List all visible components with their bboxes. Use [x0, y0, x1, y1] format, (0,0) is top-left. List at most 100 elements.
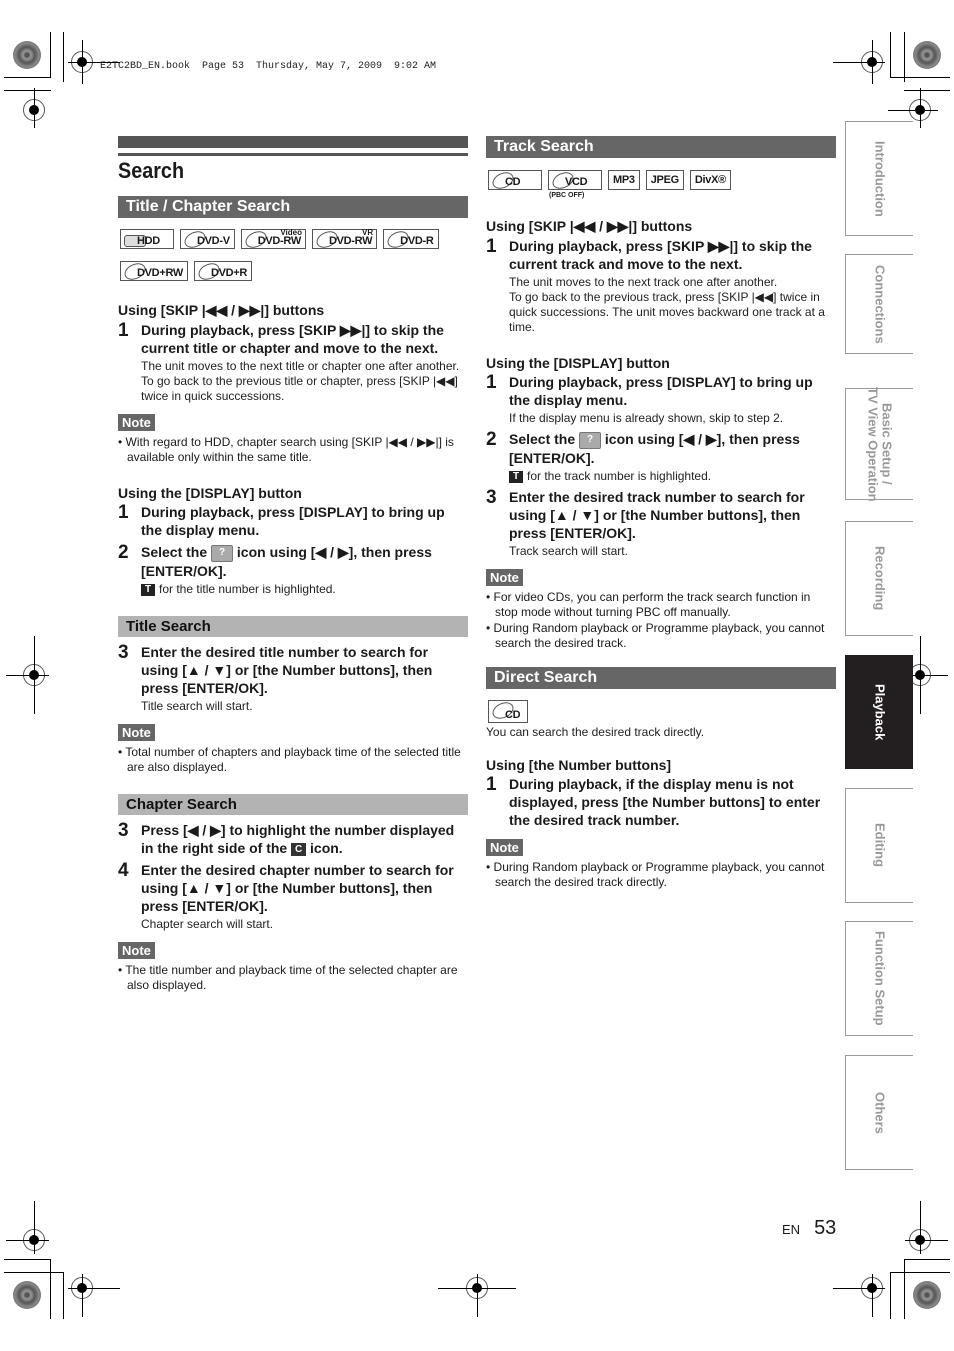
media-badge-dvd-rw: DVD+RW [120, 260, 188, 283]
side-tab-label: Introduction [872, 140, 888, 217]
step-body: If the display menu is already shown, sk… [509, 411, 784, 425]
side-tab-label: Function Setup [872, 931, 888, 1026]
media-badge-dvd-v: DVD-V [180, 228, 235, 251]
media-badge-dvd-rw: Video DVD-RW [240, 228, 306, 251]
step-number: 1 [486, 372, 497, 393]
step-text-part: icon. [310, 839, 343, 856]
step-text: Enter the desired chapter number to sear… [141, 861, 454, 914]
step-text: During playback, press [DISPLAY] to brin… [509, 374, 813, 408]
language-code: EN [782, 1222, 801, 1237]
media-badges: CD VCD (PBC OFF) MP3 JPEG DivX® [488, 169, 836, 199]
note-bullet: Total number of chapters and playback ti… [118, 745, 468, 775]
intro-text: You can search the desired track directl… [486, 724, 705, 739]
display-button-label: Using the [DISPLAY] button [118, 485, 302, 501]
side-tab-label: Editing [872, 823, 888, 868]
skip-buttons-label: Using [SKIP |◀◀ / ▶▶|] buttons [486, 218, 693, 234]
media-badge-mp3: MP3 [608, 170, 640, 190]
title-rule-thin [118, 153, 468, 156]
badge-label: DVD+R [210, 267, 248, 279]
step-text-part: Select the [509, 431, 576, 447]
note-bullet: For video CDs, you can perform the track… [486, 590, 836, 620]
media-badge-hdd: HDD [120, 229, 174, 249]
chapter-c-icon: C [291, 842, 307, 856]
skip-buttons-label: Using [SKIP |◀◀ / ▶▶|] buttons [118, 302, 325, 318]
step-body: Tfor the title number is highlighted. [141, 582, 468, 597]
step-number: 1 [118, 320, 129, 341]
step-number: 1 [118, 502, 129, 523]
badge-label: MP3 [613, 173, 635, 186]
track-t-icon: T [509, 470, 523, 483]
note-tag: Note [118, 941, 155, 959]
note-bullet: During Random playback or Programme play… [486, 860, 836, 890]
side-tab-function-setup[interactable]: Function Setup [845, 921, 913, 1036]
step-text: During playback, press [DISPLAY] to brin… [141, 504, 445, 538]
step-body: To go back to the previous track, press … [509, 290, 825, 334]
left-column: Search Title / Chapter Search HDD DVD-V Vi… [118, 136, 468, 993]
side-tab-label: Connections [872, 264, 888, 344]
search-menu-icon: ? [211, 544, 234, 562]
step: 2 Select the ? icon using [◀ / ▶], then … [486, 430, 836, 467]
side-tab-others[interactable]: Others [845, 1055, 913, 1170]
badge-label: DVD-V [197, 235, 230, 247]
step-number: 1 [486, 236, 497, 257]
note-bullet: During Random playback or Programme play… [486, 621, 836, 651]
side-tab-editing[interactable]: Editing [845, 788, 913, 903]
step-text: During playback, if the display menu is … [509, 775, 821, 828]
right-column: Track Search CD VCD (PBC OFF) MP3 JPEG DivX® … [486, 136, 836, 890]
registration-disc-icon [13, 41, 41, 69]
media-badge-dvd-r: DVD-R [383, 228, 439, 251]
page-title: Search [118, 158, 185, 183]
media-badge-dvd-rw: VR DVD-RW [311, 228, 378, 251]
side-tab-basic-setup-tv-view-operation[interactable]: Basic Setup / TV View Operation [845, 386, 913, 502]
step-text: Enter the desired title number to search… [141, 643, 433, 696]
step: 3 Enter the desired track number to sear… [486, 488, 836, 542]
step-number: 3 [118, 641, 129, 663]
media-badge-divx-: DivX® [689, 170, 731, 190]
step-number: 3 [486, 486, 497, 508]
step: 1 During playback, if the display menu i… [486, 775, 836, 829]
side-tab-label: Others [872, 1091, 888, 1134]
badge-note: (PBC OFF) [549, 192, 585, 199]
registration-disc-icon [13, 1281, 41, 1309]
side-tab-recording[interactable]: Recording [845, 521, 913, 636]
step-number: 1 [486, 773, 497, 795]
step: 3 Press [◀ / ▶] to highlight the number … [118, 821, 468, 857]
section-header-title-search: Title Search [118, 615, 468, 637]
badge-label: CD [505, 176, 521, 188]
step-number: 2 [486, 429, 497, 450]
badge-label: DVD-RW [257, 235, 302, 247]
display-button-label: Using the [DISPLAY] button [486, 355, 670, 371]
step: 1 During playback, press [DISPLAY] to br… [486, 373, 836, 409]
media-badge-vcd: VCD (PBC OFF) [548, 169, 602, 199]
section-header-direct-search: Direct Search [486, 666, 836, 689]
note-tag: Note [486, 568, 523, 586]
side-tab-connections[interactable]: Connections [845, 254, 913, 354]
note-bullet: With regard to HDD, chapter search using… [118, 435, 468, 465]
section-header-chapter-search: Chapter Search [118, 793, 468, 815]
note-bullet: The title number and playback time of th… [118, 963, 468, 993]
badge-label: VCD [565, 176, 588, 188]
step-body: Tfor the track number is highlighted. [509, 469, 836, 484]
step: 4 Enter the desired chapter number to se… [118, 861, 468, 915]
media-badges: HDD DVD-V Video DVD-RW VR DVD-RW DVD-R DVD+RW DV… [120, 228, 468, 283]
step-text: During playback, press [SKIP ▶▶|] to ski… [509, 238, 812, 272]
step-text: Enter the desired track number to search… [509, 488, 805, 541]
side-tab-playback[interactable]: Playback [845, 655, 913, 769]
step: 1 During playback, press [SKIP ▶▶|] to s… [118, 321, 468, 357]
step-body: The unit moves to the next title or chap… [141, 359, 460, 373]
side-tab-introduction[interactable]: Introduction [845, 121, 913, 236]
number-buttons-label: Using [the Number buttons] [486, 756, 672, 773]
title-t-icon: T [141, 583, 155, 596]
step-number: 2 [118, 542, 129, 563]
badge-label: HDD [137, 235, 160, 247]
title-rule [118, 136, 468, 148]
badge-label: DVD-R [400, 235, 434, 247]
step-number: 3 [118, 819, 129, 841]
step: 2 Select the ? icon using [◀ / ▶], then … [118, 543, 468, 580]
side-tab-label: Recording [872, 546, 888, 611]
step-text: Select the ? icon using [◀ / ▶], then pr… [141, 543, 468, 580]
step-text: Press [◀ / ▶] to highlight the number di… [141, 821, 468, 857]
side-tab-label: Basic Setup / TV View Operation [865, 386, 895, 502]
media-badge-jpeg: JPEG [645, 170, 684, 190]
page-number: EN 53 [782, 1217, 836, 1240]
